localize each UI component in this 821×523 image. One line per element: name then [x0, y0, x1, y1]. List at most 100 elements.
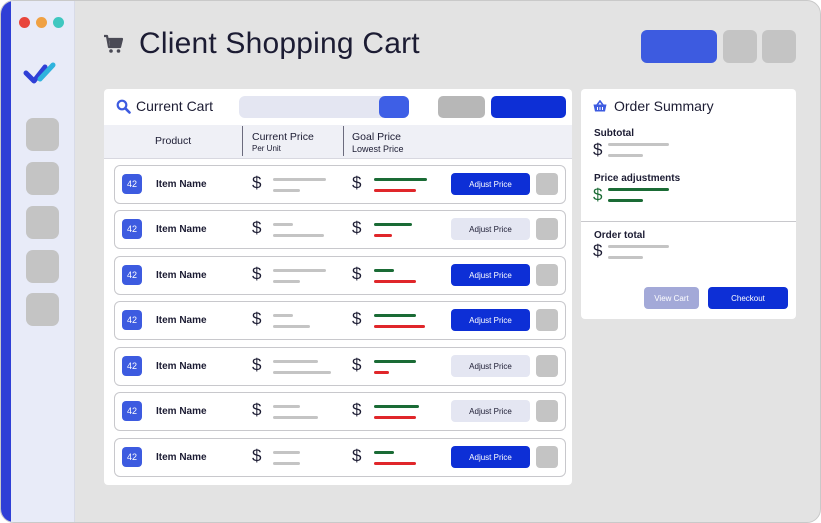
current-price-currency: $ [252, 309, 262, 328]
item-action-button[interactable] [536, 264, 558, 286]
current-price-currency: $ [252, 218, 262, 237]
cart-item-row: 42 Item Name $ $ Adjust Price [114, 301, 566, 340]
column-divider [242, 126, 243, 156]
goal-price-currency: $ [352, 355, 362, 374]
column-goal-price: Goal Price Lowest Price [352, 131, 404, 154]
goal-price-currency: $ [352, 173, 362, 192]
sidebar-item-4[interactable] [26, 250, 59, 283]
price-adjustments-value-placeholder [608, 199, 643, 202]
item-action-button[interactable] [536, 355, 558, 377]
goal-price-currency: $ [352, 264, 362, 283]
sidebar-item-1[interactable] [26, 118, 59, 151]
header-primary-button[interactable] [641, 30, 717, 63]
item-name: Item Name [156, 452, 207, 463]
adjust-price-button[interactable]: Adjust Price [451, 264, 530, 286]
orange-dot-icon[interactable] [36, 17, 47, 28]
order-total-value-placeholder [608, 256, 643, 259]
order-summary-panel: Order Summary Subtotal $ Price adjustmen… [581, 89, 796, 319]
summary-divider [581, 221, 796, 222]
goal-price-placeholder [374, 405, 419, 408]
item-name: Item Name [156, 406, 207, 417]
sidebar-item-5[interactable] [26, 293, 59, 326]
current-price-placeholder [273, 451, 300, 454]
goal-price-placeholder [374, 314, 416, 317]
goal-price-currency: $ [352, 446, 362, 465]
lowest-price-placeholder [374, 371, 389, 374]
summary-title: Order Summary [614, 98, 714, 114]
goal-price-placeholder [374, 269, 394, 272]
sidebar-item-3[interactable] [26, 206, 59, 239]
column-current-price-sub: Per Unit [252, 144, 281, 153]
adjust-price-button[interactable]: Adjust Price [451, 309, 530, 331]
item-name: Item Name [156, 224, 207, 235]
item-quantity-badge: 42 [122, 265, 142, 285]
order-total-value-placeholder [608, 245, 669, 248]
item-name: Item Name [156, 315, 207, 326]
item-action-button[interactable] [536, 309, 558, 331]
double-check-logo-icon [23, 62, 56, 84]
current-price-placeholder [273, 178, 326, 181]
page-title: Client Shopping Cart [139, 27, 420, 60]
cart-item-row: 42 Item Name $ $ Adjust Price [114, 347, 566, 386]
item-quantity-badge: 42 [122, 447, 142, 467]
sidebar [1, 1, 75, 522]
item-quantity-badge: 42 [122, 174, 142, 194]
shopping-cart-icon [104, 34, 124, 53]
view-cart-button[interactable]: View Cart [644, 287, 699, 309]
cart-item-row: 42 Item Name $ $ Adjust Price [114, 438, 566, 477]
goal-price-currency: $ [352, 309, 362, 328]
current-price-placeholder [273, 280, 300, 283]
current-price-placeholder [273, 325, 310, 328]
cart-panel: Current Cart Product Current Price Per U… [104, 89, 572, 485]
teal-dot-icon[interactable] [53, 17, 64, 28]
column-product: Product [155, 135, 192, 147]
current-price-currency: $ [252, 400, 262, 419]
item-action-button[interactable] [536, 446, 558, 468]
order-total-label: Order total [594, 230, 646, 241]
subtotal-currency: $ [593, 140, 603, 159]
lowest-price-placeholder [374, 325, 425, 328]
header-button-3[interactable] [762, 30, 796, 63]
cart-primary-button[interactable] [491, 96, 566, 118]
column-goal-price-sub: Lowest Price [352, 144, 404, 154]
column-divider [343, 126, 344, 156]
item-name: Item Name [156, 270, 207, 281]
current-price-placeholder [273, 189, 300, 192]
cart-secondary-button[interactable] [438, 96, 485, 118]
lowest-price-placeholder [374, 416, 416, 419]
page-header: Client Shopping Cart [103, 27, 420, 61]
current-price-placeholder [273, 234, 324, 237]
sidebar-item-2[interactable] [26, 162, 59, 195]
search-button[interactable] [379, 96, 409, 118]
item-quantity-badge: 42 [122, 356, 142, 376]
goal-price-placeholder [374, 360, 416, 363]
item-name: Item Name [156, 179, 207, 190]
column-current-price: Current Price Per Unit [252, 131, 314, 153]
app-window: Client Shopping Cart Current Cart Produc… [0, 0, 821, 523]
item-action-button[interactable] [536, 173, 558, 195]
item-action-button[interactable] [536, 218, 558, 240]
adjust-price-button[interactable]: Adjust Price [451, 173, 530, 195]
sidebar-edge [1, 1, 11, 522]
lowest-price-placeholder [374, 234, 392, 237]
item-action-button[interactable] [536, 400, 558, 422]
adjust-price-button[interactable]: Adjust Price [451, 400, 530, 422]
current-price-placeholder [273, 223, 293, 226]
goal-price-placeholder [374, 451, 394, 454]
cart-item-row: 42 Item Name $ $ Adjust Price [114, 165, 566, 204]
current-price-placeholder [273, 416, 318, 419]
checkout-button[interactable]: Checkout [708, 287, 788, 309]
header-button-2[interactable] [723, 30, 757, 63]
cart-item-row: 42 Item Name $ $ Adjust Price [114, 210, 566, 249]
search-icon [116, 99, 131, 114]
adjust-price-button[interactable]: Adjust Price [451, 355, 530, 377]
window-controls [19, 17, 64, 28]
subtotal-label: Subtotal [594, 128, 634, 139]
current-price-currency: $ [252, 446, 262, 465]
current-price-currency: $ [252, 355, 262, 374]
item-quantity-badge: 42 [122, 219, 142, 239]
cart-column-header: Product Current Price Per Unit Goal Pric… [104, 125, 572, 159]
adjust-price-button[interactable]: Adjust Price [451, 446, 530, 468]
adjust-price-button[interactable]: Adjust Price [451, 218, 530, 240]
red-dot-icon[interactable] [19, 17, 30, 28]
